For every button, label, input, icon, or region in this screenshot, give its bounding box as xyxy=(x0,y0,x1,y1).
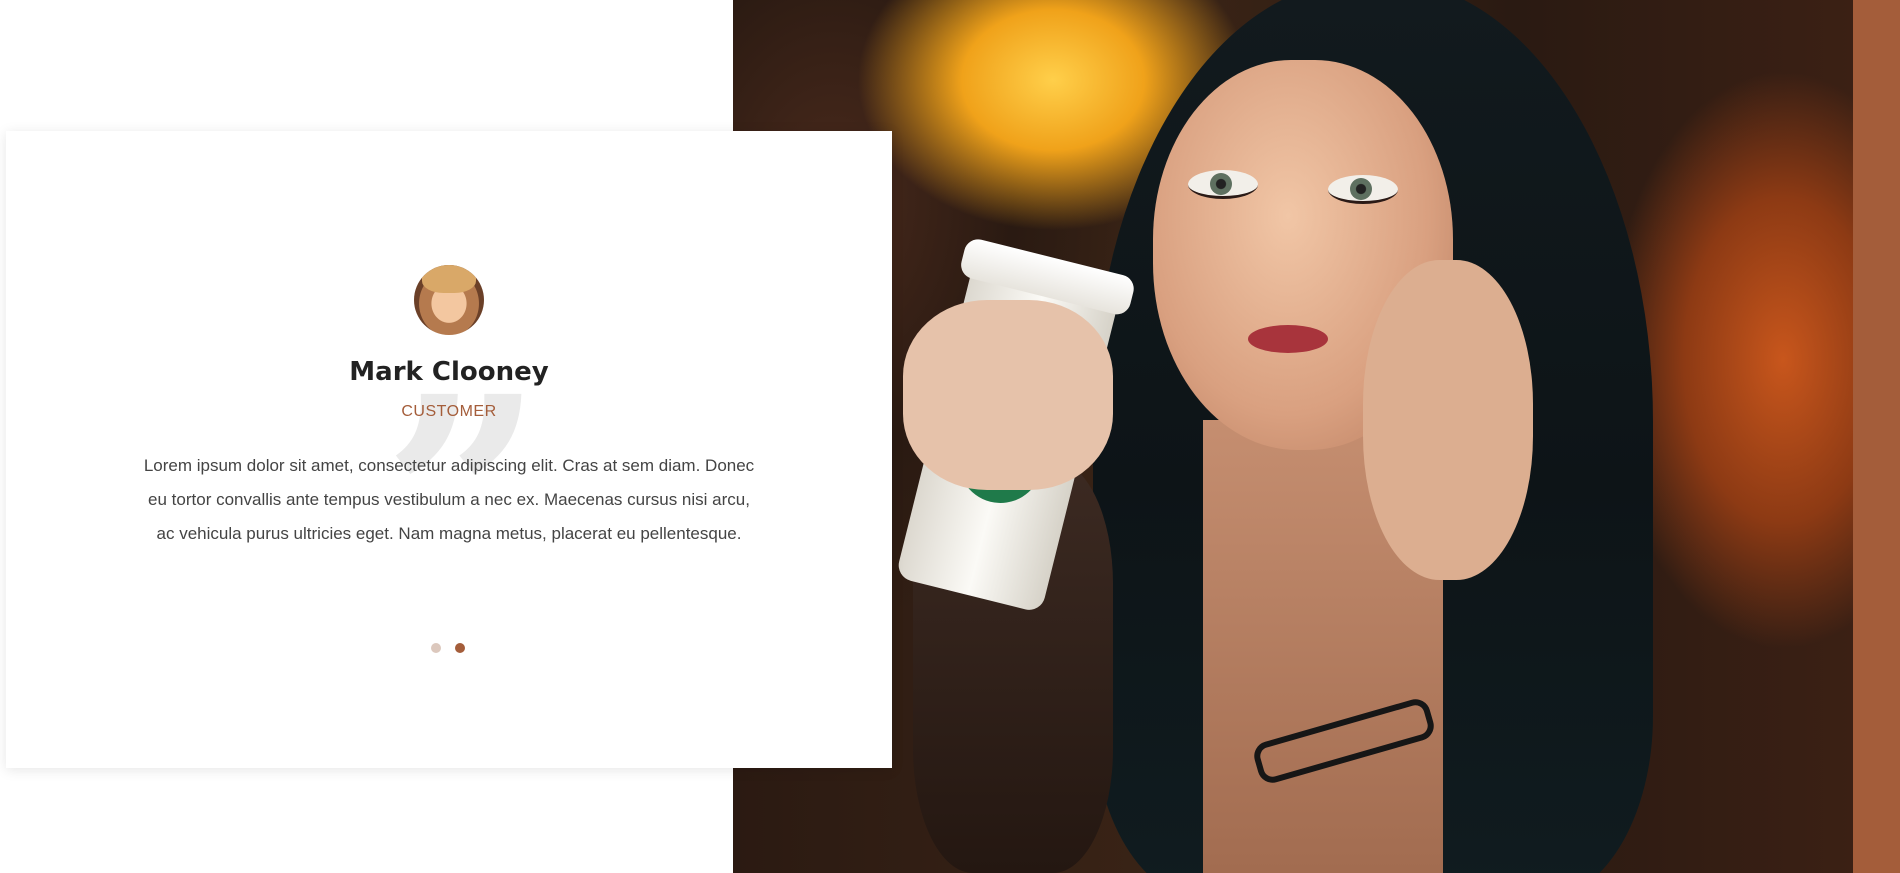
hero-photo xyxy=(733,0,1853,873)
photo-eye-left xyxy=(1188,170,1258,199)
testimonial-role: CUSTOMER xyxy=(401,403,497,420)
slider-dots xyxy=(431,643,465,653)
testimonial-text: Lorem ipsum dolor sit amet, consectetur … xyxy=(143,456,755,543)
accent-bar xyxy=(1853,0,1900,873)
avatar xyxy=(414,265,484,335)
photo-eye-right xyxy=(1328,175,1398,204)
testimonial-name: Mark Clooney xyxy=(349,357,549,387)
avatar-hair xyxy=(422,265,476,293)
photo-hand-left xyxy=(903,300,1113,490)
photo-lips xyxy=(1248,325,1328,353)
slider-dot-1[interactable] xyxy=(431,643,441,653)
photo-hand-right xyxy=(1363,260,1533,580)
slider-dot-2[interactable] xyxy=(455,643,465,653)
testimonial-card: ” Mark Clooney CUSTOMER Lorem ipsum dolo… xyxy=(6,131,892,768)
